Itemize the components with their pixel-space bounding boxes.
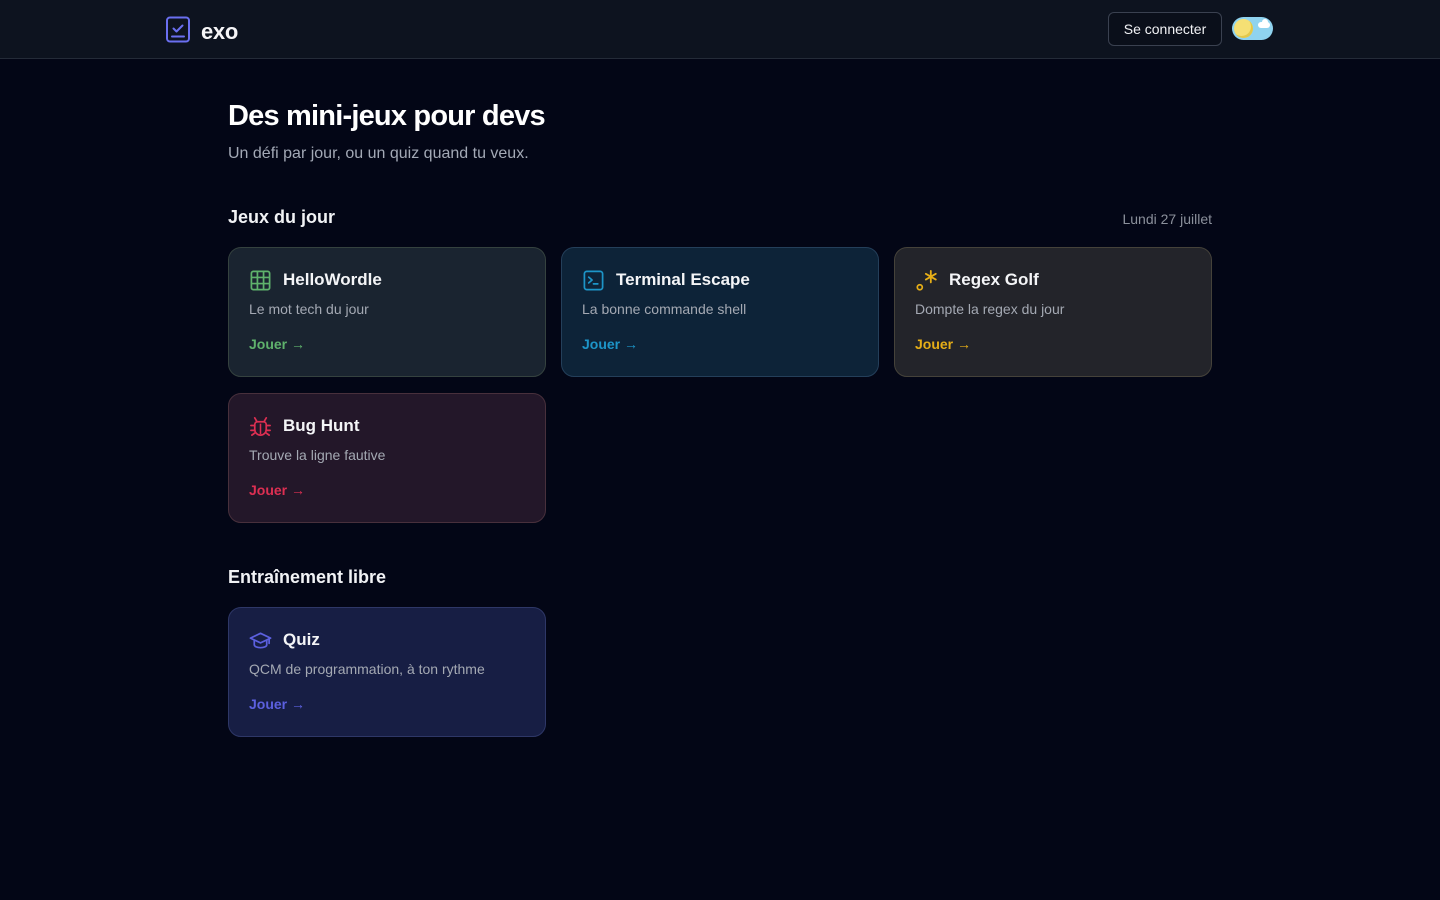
bug-icon	[250, 416, 271, 436]
page-title: Des mini-jeux pour devs	[228, 100, 546, 132]
game-description: Trouve la ligne fautive	[249, 447, 386, 463]
clipboard-check-icon	[166, 16, 190, 43]
play-link[interactable]: Jouer →	[249, 696, 305, 712]
top-bar: exo Se connecter	[0, 0, 1440, 59]
theme-toggle[interactable]	[1232, 17, 1273, 40]
game-name: Bug Hunt	[283, 416, 360, 435]
section-title-daily: Jeux du jour	[228, 207, 336, 227]
game-card-quiz[interactable]: Quiz QCM de programmation, à ton rythme …	[228, 607, 546, 737]
game-card-regex-golf[interactable]: Regex Golf Dompte la regex du jour Jouer…	[894, 247, 1212, 377]
terminal-icon	[583, 270, 604, 290]
section-title-free: Entraînement libre	[228, 567, 387, 587]
game-card-terminal-escape[interactable]: Terminal Escape La bonne commande shell …	[561, 247, 879, 377]
game-description: Dompte la regex du jour	[915, 301, 1065, 317]
game-description: Le mot tech du jour	[249, 301, 369, 317]
logo[interactable]: exo	[165, 15, 238, 45]
game-card-bug-hunt[interactable]: Bug Hunt Trouve la ligne fautive Jouer →	[228, 393, 546, 523]
login-button[interactable]: Se connecter	[1108, 12, 1222, 46]
play-link[interactable]: Jouer →	[249, 336, 305, 352]
game-card-hellowordle[interactable]: HelloWordle Le mot tech du jour Jouer →	[228, 247, 546, 377]
date-label: Lundi 27 juillet	[1122, 211, 1212, 227]
play-link[interactable]: Jouer →	[582, 336, 638, 352]
page-subtitle: Un défi par jour, ou un quiz quand tu ve…	[228, 145, 529, 162]
grid-icon	[250, 270, 271, 290]
game-name: HelloWordle	[283, 270, 382, 289]
regex-icon	[916, 269, 937, 291]
logo-text: exo	[201, 19, 239, 44]
game-description: QCM de programmation, à ton rythme	[249, 661, 485, 677]
game-name: Terminal Escape	[616, 270, 750, 289]
game-description: La bonne commande shell	[582, 301, 747, 317]
game-name: Quiz	[283, 630, 320, 649]
play-link[interactable]: Jouer →	[915, 336, 971, 352]
graduation-cap-icon	[249, 631, 272, 649]
game-name: Regex Golf	[949, 270, 1039, 289]
sun-toggle-icon	[1234, 19, 1253, 38]
play-link[interactable]: Jouer →	[249, 482, 305, 498]
cloud-puff-icon	[1262, 19, 1268, 25]
